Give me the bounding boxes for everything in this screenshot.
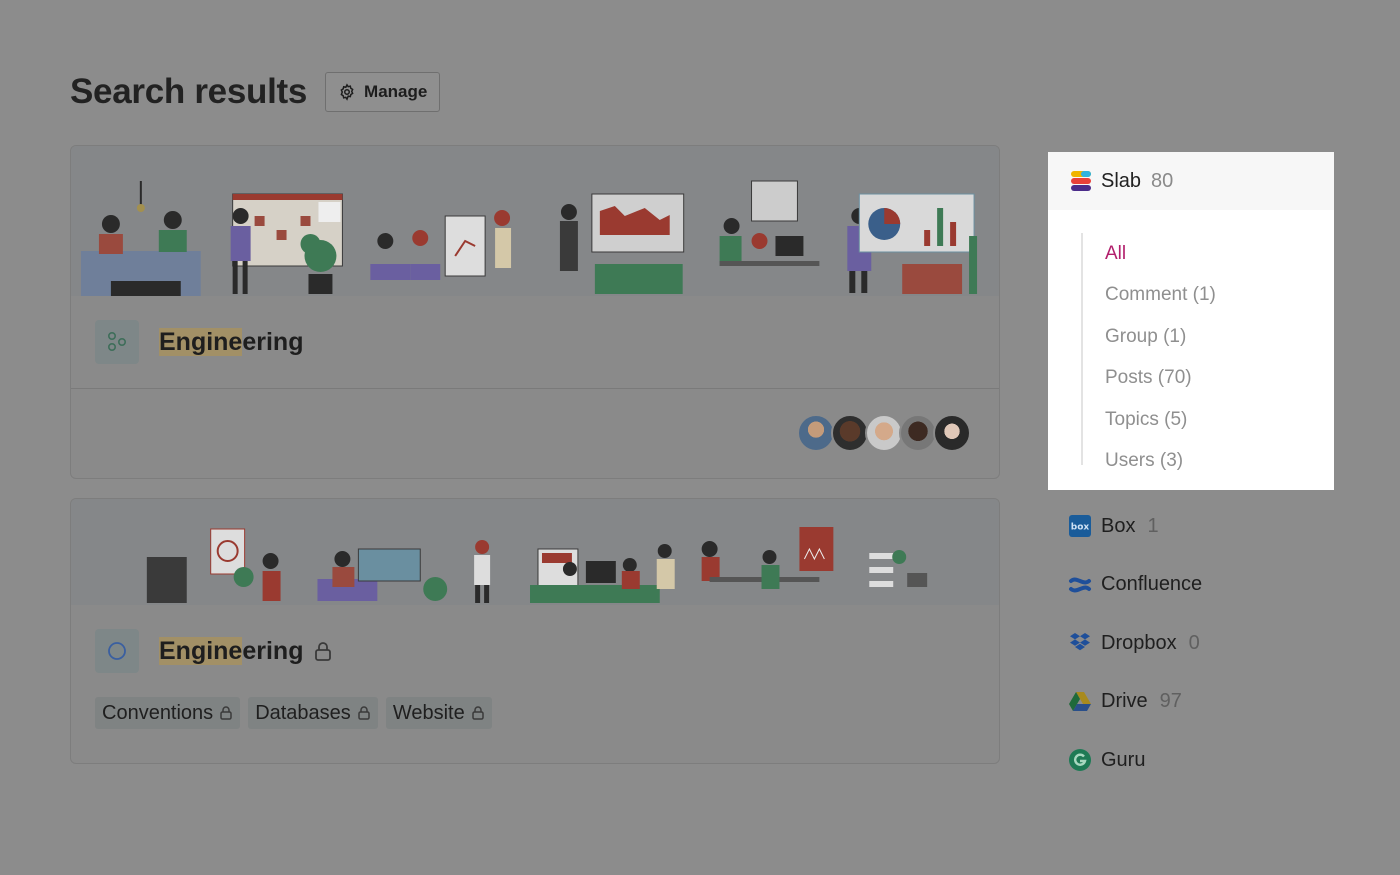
source-list: box Box 1 Confluence Dropbox 0 Drive 97 … bbox=[1068, 497, 1202, 790]
source-name: Box bbox=[1101, 514, 1136, 537]
result-title[interactable]: Engineering bbox=[159, 636, 304, 666]
source-name: Confluence bbox=[1101, 573, 1203, 596]
topic-tags: Conventions Databases Website bbox=[71, 697, 999, 729]
avatar bbox=[899, 414, 937, 452]
source-item-drive[interactable]: Drive 97 bbox=[1068, 673, 1202, 732]
topic-tag-label: Website bbox=[392, 701, 465, 724]
gear-icon bbox=[340, 83, 354, 101]
lock-icon bbox=[220, 706, 232, 720]
result-card-engineering[interactable]: Engineering bbox=[70, 145, 1000, 479]
result-title-rest: ering bbox=[242, 636, 304, 665]
result-card-engineering-private[interactable]: Engineering Conventions Databases Websit… bbox=[70, 498, 1000, 764]
manage-label: Manage bbox=[364, 82, 428, 101]
source-item-box[interactable]: box Box 1 bbox=[1068, 497, 1202, 556]
group-banner-illustration bbox=[71, 499, 999, 605]
source-count: 97 bbox=[1159, 690, 1182, 713]
confluence-logo-icon bbox=[1068, 573, 1092, 597]
card-divider bbox=[71, 388, 999, 389]
avatar bbox=[797, 414, 835, 452]
lock-icon bbox=[358, 706, 370, 720]
filter-group[interactable]: Group (1) bbox=[1083, 316, 1216, 358]
avatar bbox=[865, 414, 903, 452]
source-count: 80 bbox=[1151, 169, 1174, 192]
source-name: Slab bbox=[1101, 169, 1142, 192]
search-highlight: Engine bbox=[159, 327, 243, 356]
lock-icon bbox=[471, 706, 484, 720]
source-item-slab[interactable]: Slab 80 bbox=[1048, 152, 1334, 210]
manage-button[interactable]: Manage bbox=[325, 72, 441, 112]
filter-comment[interactable]: Comment (1) bbox=[1083, 275, 1216, 317]
source-item-guru[interactable]: Guru bbox=[1068, 731, 1202, 790]
page-title: Search results bbox=[70, 72, 308, 111]
result-type-filters: All Comment (1) Group (1) Posts (70) Top… bbox=[1081, 233, 1216, 471]
topic-tag-label: Conventions bbox=[102, 701, 214, 724]
avatar bbox=[831, 414, 869, 452]
result-title-row: Engineering bbox=[71, 296, 999, 388]
filter-users[interactable]: Users (3) bbox=[1083, 441, 1216, 483]
group-banner-illustration bbox=[71, 146, 999, 296]
topic-tag[interactable]: Databases bbox=[248, 697, 378, 729]
group-icon bbox=[95, 320, 139, 364]
source-count: 0 bbox=[1188, 631, 1200, 654]
slab-logo-icon bbox=[1071, 171, 1091, 191]
circle-icon bbox=[95, 629, 139, 673]
topic-tag[interactable]: Conventions bbox=[95, 697, 241, 729]
source-filter-panel: Slab 80 All Comment (1) Group (1) Posts … bbox=[1048, 152, 1334, 490]
filter-posts[interactable]: Posts (70) bbox=[1083, 358, 1216, 400]
box-logo-icon: box bbox=[1068, 514, 1092, 538]
source-item-confluence[interactable]: Confluence bbox=[1068, 556, 1202, 615]
search-highlight: Engine bbox=[159, 636, 243, 665]
member-avatars bbox=[797, 414, 971, 452]
guru-logo-icon bbox=[1068, 748, 1092, 772]
source-name: Drive bbox=[1101, 690, 1148, 713]
topic-tag-label: Databases bbox=[255, 701, 351, 724]
page-header: Search results Manage bbox=[70, 72, 441, 112]
svg-text:box: box bbox=[1071, 523, 1090, 533]
topic-tag[interactable]: Website bbox=[385, 697, 492, 729]
source-name: Dropbox bbox=[1101, 631, 1177, 654]
dropbox-logo-icon bbox=[1068, 631, 1092, 655]
avatar bbox=[933, 414, 971, 452]
filter-all[interactable]: All bbox=[1083, 233, 1216, 275]
source-item-dropbox[interactable]: Dropbox 0 bbox=[1068, 614, 1202, 673]
source-name: Guru bbox=[1101, 748, 1146, 771]
result-title-rest: ering bbox=[242, 327, 304, 356]
result-title[interactable]: Engineering bbox=[159, 327, 304, 357]
lock-icon bbox=[315, 642, 332, 661]
filter-topics[interactable]: Topics (5) bbox=[1083, 399, 1216, 441]
drive-logo-icon bbox=[1068, 690, 1092, 714]
source-count: 1 bbox=[1147, 514, 1159, 537]
result-title-row: Engineering bbox=[71, 605, 999, 697]
